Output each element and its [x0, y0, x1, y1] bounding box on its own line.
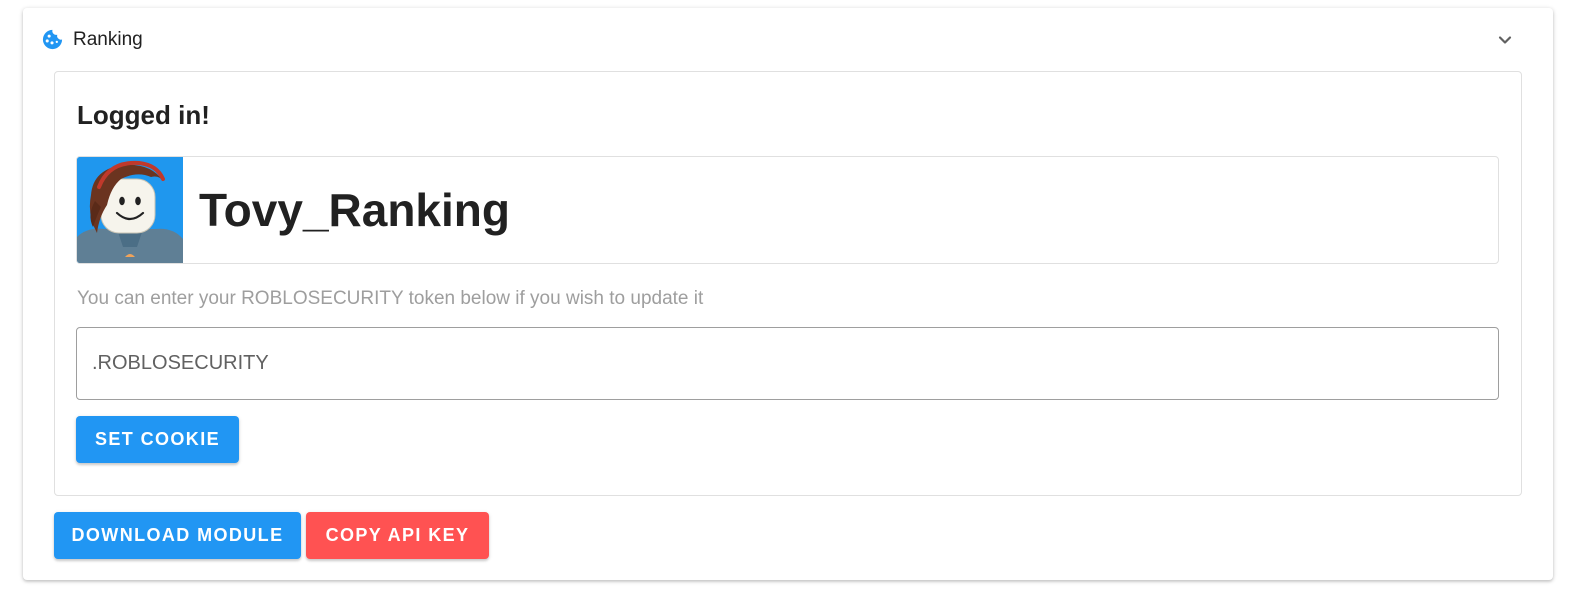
panel-header[interactable]: Ranking [23, 8, 1553, 72]
ranking-panel: Ranking Logged in! Tovy_Ranking You can … [23, 8, 1553, 580]
card-title: Logged in! [77, 100, 210, 130]
avatar [77, 157, 183, 263]
profile-box: Tovy_Ranking [76, 156, 1499, 264]
username: Tovy_Ranking [199, 184, 510, 236]
copy-api-key-button[interactable]: Copy API Key [306, 512, 489, 559]
cookie-icon [42, 29, 63, 50]
download-module-button[interactable]: Download Module [54, 512, 301, 559]
chevron-down-icon[interactable] [1493, 28, 1517, 52]
login-card: Logged in! Tovy_Ranking You can enter yo… [54, 71, 1522, 496]
set-cookie-button[interactable]: Set Cookie [76, 416, 239, 463]
panel-title: Ranking [73, 29, 143, 50]
token-hint: You can enter your ROBLOSECURITY token b… [77, 288, 704, 309]
roblosecurity-input[interactable] [76, 327, 1499, 400]
